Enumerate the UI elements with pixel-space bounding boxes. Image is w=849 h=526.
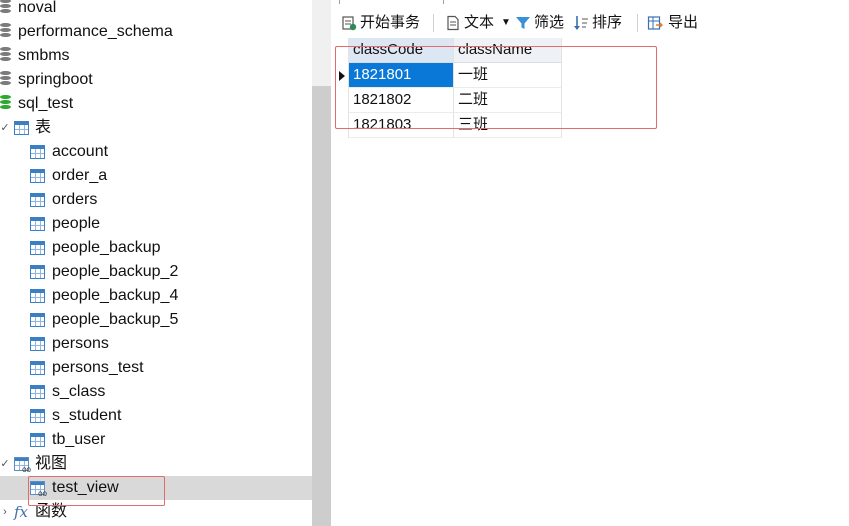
tree-table-people-backup[interactable]: people_backup bbox=[0, 236, 312, 260]
tree-scrollbar-thumb[interactable] bbox=[312, 86, 331, 526]
tree-group-views[interactable]: ✓ oo 视图 bbox=[0, 452, 312, 476]
tree-table-people-backup-4[interactable]: people_backup_4 bbox=[0, 284, 312, 308]
tree-table-people[interactable]: people bbox=[0, 212, 312, 236]
tree-table-label: people_backup_4 bbox=[52, 287, 179, 304]
sort-icon bbox=[574, 16, 588, 30]
tree-db-smbms[interactable]: smbms bbox=[0, 44, 312, 68]
tree-table-account[interactable]: account bbox=[0, 140, 312, 164]
chevron-right-icon[interactable]: › bbox=[0, 500, 10, 524]
database-icon bbox=[0, 0, 11, 16]
table-icon bbox=[30, 433, 45, 447]
tree-group-label: 表 bbox=[35, 119, 52, 136]
table-icon bbox=[30, 217, 45, 231]
views-group-icon: oo bbox=[14, 457, 31, 474]
table-icon bbox=[30, 265, 45, 279]
tree-table-s-student[interactable]: s_student bbox=[0, 404, 312, 428]
export-label: 导出 bbox=[668, 14, 699, 31]
database-active-icon bbox=[0, 95, 11, 112]
dropdown-arrow-icon[interactable]: ▼ bbox=[501, 8, 511, 38]
tree-table-label: people_backup_2 bbox=[52, 263, 179, 280]
text-view-label: 文本 bbox=[464, 14, 495, 31]
toolbar-separator bbox=[637, 14, 638, 32]
tree-db-label: smbms bbox=[18, 47, 70, 64]
table-icon bbox=[30, 337, 45, 351]
function-icon: fx bbox=[14, 503, 29, 521]
export-button[interactable]: 导出 bbox=[647, 8, 699, 38]
tree-db-label: noval bbox=[18, 0, 57, 16]
sort-button[interactable]: 排序 bbox=[573, 8, 625, 38]
begin-transaction-label: 开始事务 bbox=[360, 14, 421, 31]
table-icon bbox=[30, 313, 45, 327]
tree-table-s-class[interactable]: s_class bbox=[0, 380, 312, 404]
table-icon bbox=[30, 289, 45, 303]
object-tree: noval performance_schema smbms springboo… bbox=[0, 0, 312, 526]
tree-db-sql-test[interactable]: sql_test bbox=[0, 92, 312, 116]
data-view-panel: 开始事务 文本 ▼ 筛选 排序 导出 classCode className 1… bbox=[331, 0, 849, 526]
sort-label: 排序 bbox=[592, 14, 623, 31]
tree-table-tb-user[interactable]: tb_user bbox=[0, 428, 312, 452]
filter-button[interactable]: 筛选 bbox=[515, 8, 567, 38]
tree-table-orders[interactable]: orders bbox=[0, 188, 312, 212]
tree-db-label: performance_schema bbox=[18, 23, 173, 40]
tree-table-label: persons_test bbox=[52, 359, 144, 376]
tables-group-icon bbox=[14, 121, 29, 135]
tab-divider bbox=[339, 0, 340, 4]
toolbar-separator bbox=[433, 14, 434, 32]
tab-divider bbox=[443, 0, 444, 4]
tree-table-order-a[interactable]: order_a bbox=[0, 164, 312, 188]
filter-icon bbox=[516, 17, 530, 29]
tree-table-label: tb_user bbox=[52, 431, 106, 448]
transaction-icon bbox=[342, 16, 357, 31]
tree-table-label: account bbox=[52, 143, 109, 160]
chevron-down-icon[interactable]: ✓ bbox=[0, 116, 10, 140]
table-icon bbox=[30, 193, 45, 207]
tree-table-people-backup-5[interactable]: people_backup_5 bbox=[0, 308, 312, 332]
filter-label: 筛选 bbox=[534, 14, 565, 31]
tree-table-label: people_backup bbox=[52, 239, 161, 256]
table-icon bbox=[30, 385, 45, 399]
table-icon bbox=[30, 145, 45, 159]
tree-table-persons-test[interactable]: persons_test bbox=[0, 356, 312, 380]
database-icon bbox=[0, 23, 11, 40]
table-icon bbox=[30, 409, 45, 423]
tree-db-springboot[interactable]: springboot bbox=[0, 68, 312, 92]
tab-strip bbox=[331, 0, 849, 4]
tree-db-label: springboot bbox=[18, 71, 93, 88]
tree-table-label: order_a bbox=[52, 167, 108, 184]
database-icon bbox=[0, 71, 11, 88]
tree-table-people-backup-2[interactable]: people_backup_2 bbox=[0, 260, 312, 284]
begin-transaction-button[interactable]: 开始事务 bbox=[341, 8, 425, 38]
tree-group-tables[interactable]: ✓ 表 bbox=[0, 116, 312, 140]
table-icon bbox=[30, 361, 45, 375]
tree-table-persons[interactable]: persons bbox=[0, 332, 312, 356]
tree-table-label: s_student bbox=[52, 407, 122, 424]
database-icon bbox=[0, 47, 11, 64]
tree-db-noval[interactable]: noval bbox=[0, 0, 312, 20]
text-view-button[interactable]: 文本 ▼ bbox=[445, 8, 511, 38]
tree-group-label: 视图 bbox=[35, 455, 68, 472]
highlight-box bbox=[28, 476, 165, 506]
tree-table-label: s_class bbox=[52, 383, 106, 400]
tree-db-label: sql_test bbox=[18, 95, 74, 112]
table-icon bbox=[30, 169, 45, 183]
table-icon bbox=[30, 241, 45, 255]
document-icon bbox=[447, 15, 459, 31]
chevron-down-icon[interactable]: ✓ bbox=[0, 452, 10, 476]
tree-table-label: persons bbox=[52, 335, 109, 352]
highlight-box bbox=[335, 46, 657, 129]
tree-table-label: people bbox=[52, 215, 101, 232]
tree-table-label: orders bbox=[52, 191, 98, 208]
tree-db-performance-schema[interactable]: performance_schema bbox=[0, 20, 312, 44]
tree-scrollbar[interactable] bbox=[312, 0, 331, 526]
tree-table-label: people_backup_5 bbox=[52, 311, 179, 328]
toolbar: 开始事务 文本 ▼ 筛选 排序 导出 bbox=[331, 8, 849, 38]
export-icon bbox=[647, 16, 663, 30]
